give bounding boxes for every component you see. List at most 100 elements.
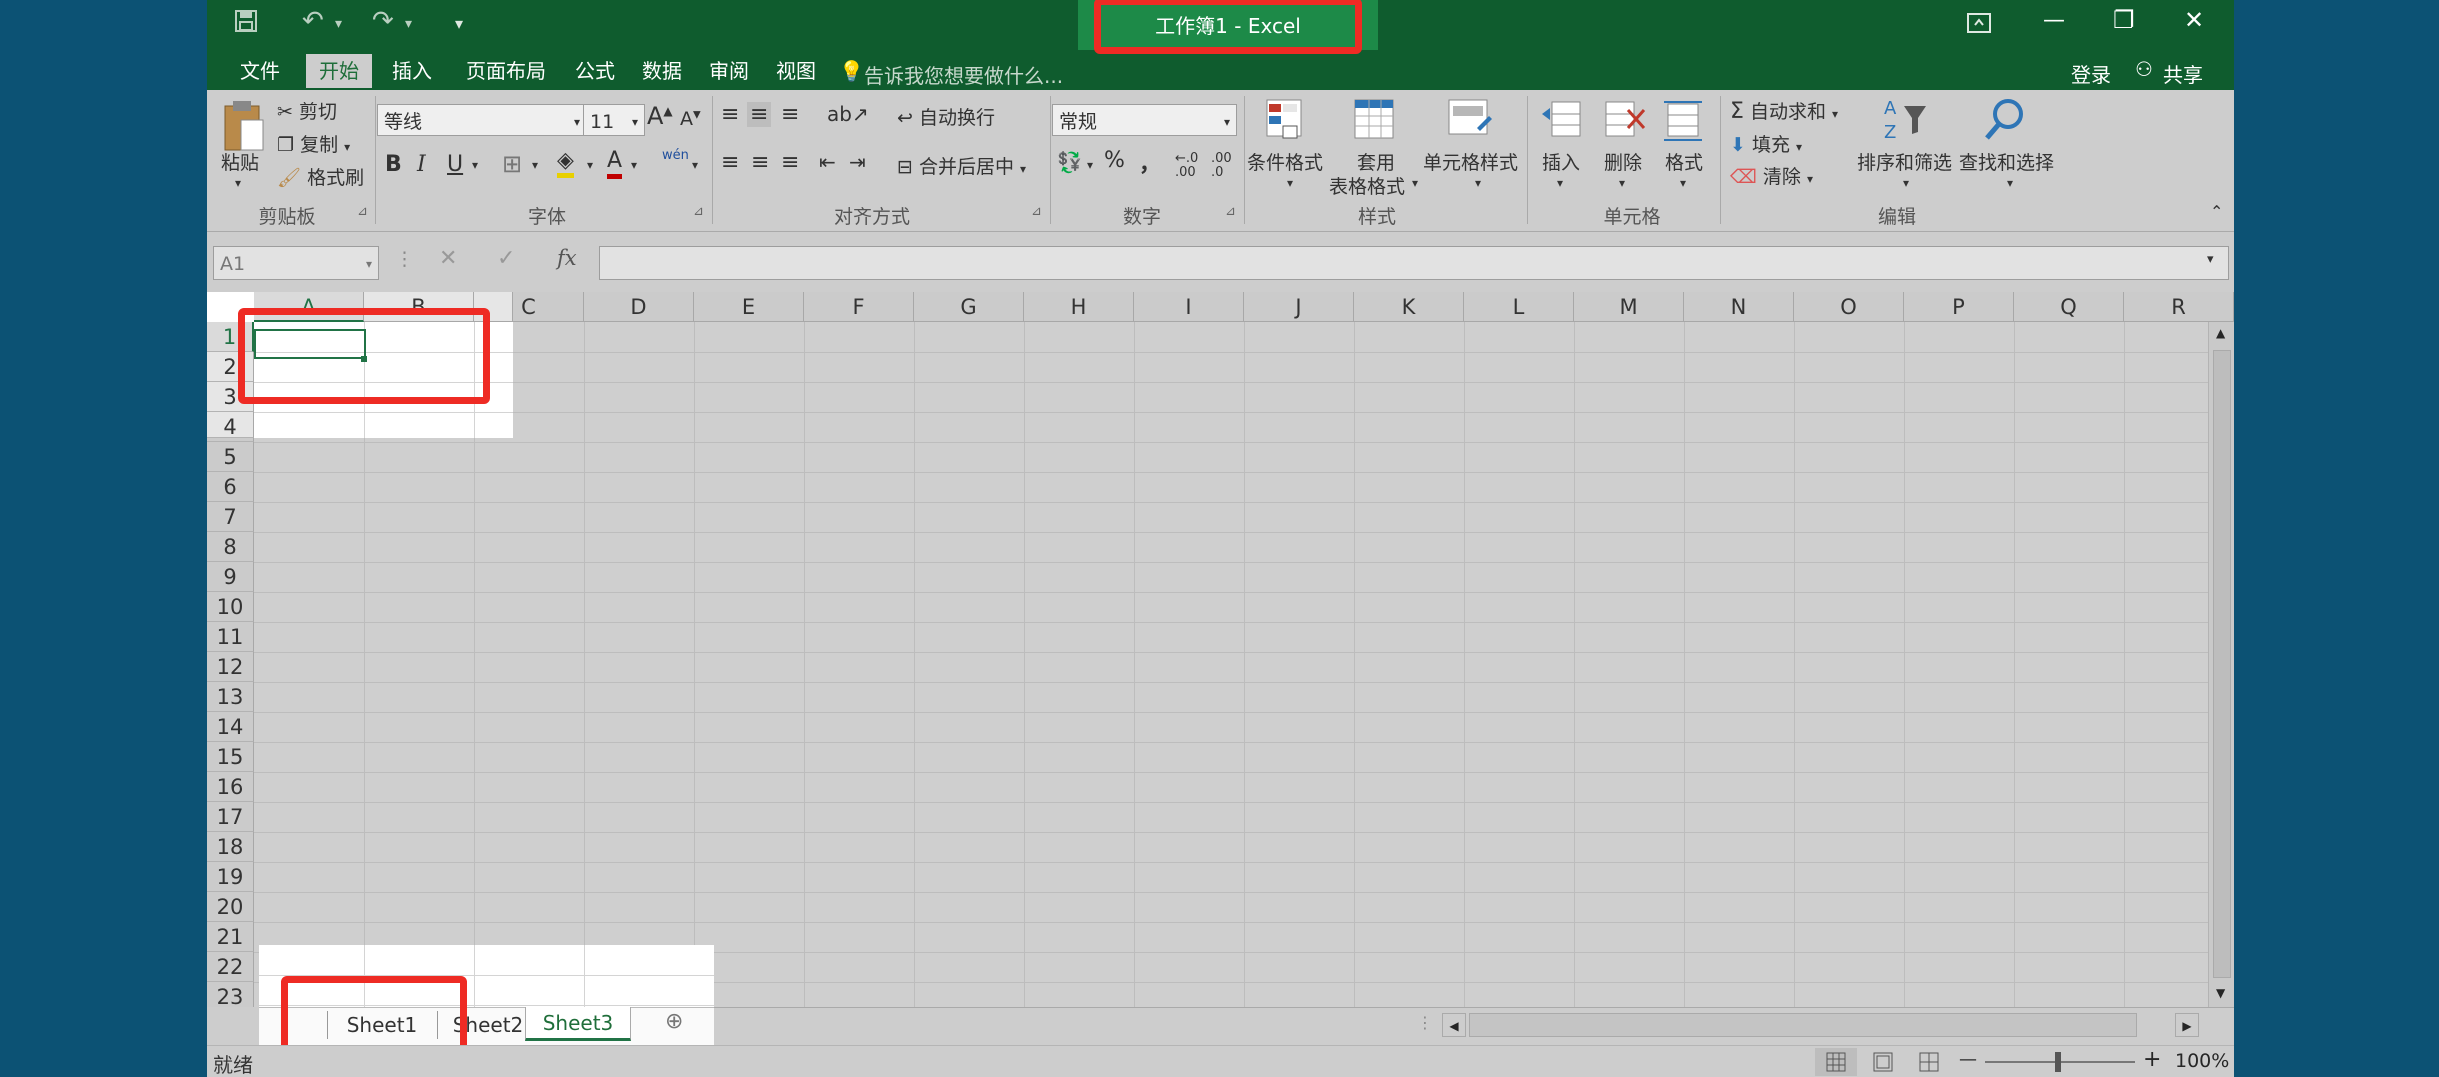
name-box[interactable]: A1 ▾ <box>213 246 379 280</box>
row-header-5[interactable]: 5 <box>207 442 254 472</box>
format-cells-button[interactable]: 格式 <box>1665 148 1703 175</box>
underline-button[interactable]: U <box>447 152 463 177</box>
autosum-button[interactable]: Σ 自动求和 ▾ <box>1730 97 1838 124</box>
row-header-8[interactable]: 8 <box>207 532 254 562</box>
format-table-dropdown-icon[interactable]: ▾ <box>1412 176 1418 190</box>
splitter-handle-icon[interactable]: ⋮ <box>1417 1013 1433 1032</box>
phonetic-dropdown-icon[interactable]: ▾ <box>692 158 698 172</box>
user-icon[interactable]: ⚇ <box>2135 57 2153 81</box>
zoom-slider-thumb[interactable] <box>2055 1052 2061 1072</box>
find-select-button[interactable]: 查找和选择 <box>1959 148 2054 175</box>
paste-icon[interactable] <box>221 98 265 154</box>
delete-cells-button[interactable]: 删除 <box>1604 148 1642 175</box>
increase-decimal-button[interactable]: ←.0.00 <box>1175 152 1198 180</box>
vertical-scrollbar[interactable]: ▲ ▼ <box>2208 322 2234 1007</box>
column-header-j[interactable]: J <box>1244 292 1354 322</box>
font-name-select[interactable]: 等线 ▾ <box>377 104 587 136</box>
row-header-15[interactable]: 15 <box>207 742 254 772</box>
delete-cells-icon[interactable] <box>1602 98 1646 146</box>
row-header-19[interactable]: 19 <box>207 862 254 892</box>
align-middle-icon[interactable]: ≡ <box>747 102 772 127</box>
format-as-table-icon[interactable] <box>1353 98 1397 146</box>
row-header-18[interactable]: 18 <box>207 832 254 862</box>
column-header-i[interactable]: I <box>1134 292 1244 322</box>
fill-button[interactable]: ⬇ 填充 ▾ <box>1730 130 1802 157</box>
merge-center-button[interactable]: ⊟ 合并后居中 ▾ <box>897 152 1026 179</box>
row-header-21[interactable]: 21 <box>207 922 254 952</box>
clear-button[interactable]: ⌫ 清除 ▾ <box>1730 162 1813 189</box>
magnifier-icon[interactable] <box>1982 96 2028 148</box>
save-icon[interactable] <box>235 10 257 38</box>
wrap-text-button[interactable]: ↩ 自动换行 <box>897 103 995 130</box>
conditional-format-button[interactable]: 条件格式 <box>1247 148 1323 175</box>
increase-indent-icon[interactable]: ⇥ <box>849 150 866 174</box>
ribbon-display-icon[interactable] <box>1967 13 1991 37</box>
row-header-7[interactable]: 7 <box>207 502 254 532</box>
format-dropdown-icon[interactable]: ▾ <box>1680 176 1686 190</box>
row-header-22[interactable]: 22 <box>207 952 254 982</box>
vertical-scroll-thumb[interactable] <box>2213 350 2231 978</box>
minimize-button[interactable]: — <box>2043 8 2065 33</box>
number-format-select[interactable]: 常规 ▾ <box>1052 104 1237 136</box>
row-header-4[interactable]: 4 <box>207 412 254 438</box>
row-header-9[interactable]: 9 <box>207 562 254 592</box>
zoom-level[interactable]: 100% <box>2175 1050 2229 1072</box>
column-header-h[interactable]: H <box>1024 292 1134 322</box>
column-header-o[interactable]: O <box>1794 292 1904 322</box>
row-header-10[interactable]: 10 <box>207 592 254 622</box>
tab-data[interactable]: 数据 <box>629 54 695 88</box>
column-header-p[interactable]: P <box>1904 292 2014 322</box>
sort-dropdown-icon[interactable]: ▾ <box>1903 176 1909 190</box>
worksheet-grid[interactable]: ABCDEFGHIJKLMNOPQR 123456789101112131415… <box>207 292 2234 1013</box>
cell-styles-dropdown-icon[interactable]: ▾ <box>1475 176 1481 190</box>
percent-button[interactable]: % <box>1104 148 1125 173</box>
cell-styles-button[interactable]: 单元格样式 <box>1423 148 1518 175</box>
expand-formula-icon[interactable]: ▾ <box>2207 252 2214 267</box>
new-sheet-button[interactable]: ⊕ <box>665 1009 683 1034</box>
collapse-ribbon-icon[interactable]: ⌃ <box>2210 202 2223 221</box>
alignment-launcher-icon[interactable]: ⊿ <box>1031 204 1042 219</box>
format-as-table-label-2[interactable]: 表格格式 <box>1329 172 1405 199</box>
row-header-16[interactable]: 16 <box>207 772 254 802</box>
align-center-icon[interactable]: ≡ <box>751 150 769 175</box>
insert-dropdown-icon[interactable]: ▾ <box>1557 176 1563 190</box>
tab-review[interactable]: 审阅 <box>696 54 762 88</box>
column-header-g[interactable]: G <box>914 292 1024 322</box>
scroll-right-icon[interactable]: ▶ <box>2175 1013 2199 1037</box>
normal-view-button[interactable] <box>1815 1048 1857 1076</box>
column-header-m[interactable]: M <box>1574 292 1684 322</box>
conditional-format-icon[interactable] <box>1265 98 1305 146</box>
horizontal-scroll-thumb[interactable] <box>1469 1013 2137 1037</box>
currency-dropdown-icon[interactable]: ▾ <box>1087 158 1093 172</box>
scroll-down-icon[interactable]: ▼ <box>2216 986 2225 1000</box>
paste-dropdown-icon[interactable]: ▾ <box>235 176 241 190</box>
tab-page-layout[interactable]: 页面布局 <box>451 54 561 88</box>
fill-color-dropdown-icon[interactable]: ▾ <box>587 158 593 172</box>
row-header-12[interactable]: 12 <box>207 652 254 682</box>
bold-button[interactable]: B <box>385 152 402 177</box>
row-header-6[interactable]: 6 <box>207 472 254 502</box>
column-header-n[interactable]: N <box>1684 292 1794 322</box>
insert-cells-button[interactable]: 插入 <box>1542 148 1580 175</box>
customize-qat-icon[interactable]: ▾ <box>455 14 463 33</box>
orientation-icon[interactable]: ab↗ <box>827 102 869 126</box>
column-header-k[interactable]: K <box>1354 292 1464 322</box>
sort-filter-button[interactable]: 排序和筛选 <box>1857 148 1952 175</box>
tab-formulas[interactable]: 公式 <box>562 54 628 88</box>
align-bottom-icon[interactable]: ≡ <box>781 102 799 127</box>
find-dropdown-icon[interactable]: ▾ <box>2007 176 2013 190</box>
borders-icon[interactable]: ⊞ <box>502 150 522 178</box>
font-color-dropdown-icon[interactable]: ▾ <box>631 158 637 172</box>
paste-button[interactable]: 粘贴 <box>221 148 259 175</box>
column-header-r[interactable]: R <box>2124 292 2234 322</box>
borders-dropdown-icon[interactable]: ▾ <box>532 158 538 172</box>
font-color-button[interactable]: A <box>607 148 623 179</box>
row-header-11[interactable]: 11 <box>207 622 254 652</box>
insert-function-button[interactable]: fx <box>557 246 577 270</box>
sort-filter-icon[interactable]: AZ <box>1882 96 1930 148</box>
share-button[interactable]: 共享 <box>2163 59 2203 88</box>
format-cells-icon[interactable] <box>1662 98 1706 146</box>
zoom-in-button[interactable]: + <box>2143 1047 2161 1072</box>
conditional-dropdown-icon[interactable]: ▾ <box>1287 176 1293 190</box>
decrease-indent-icon[interactable]: ⇤ <box>819 150 836 174</box>
